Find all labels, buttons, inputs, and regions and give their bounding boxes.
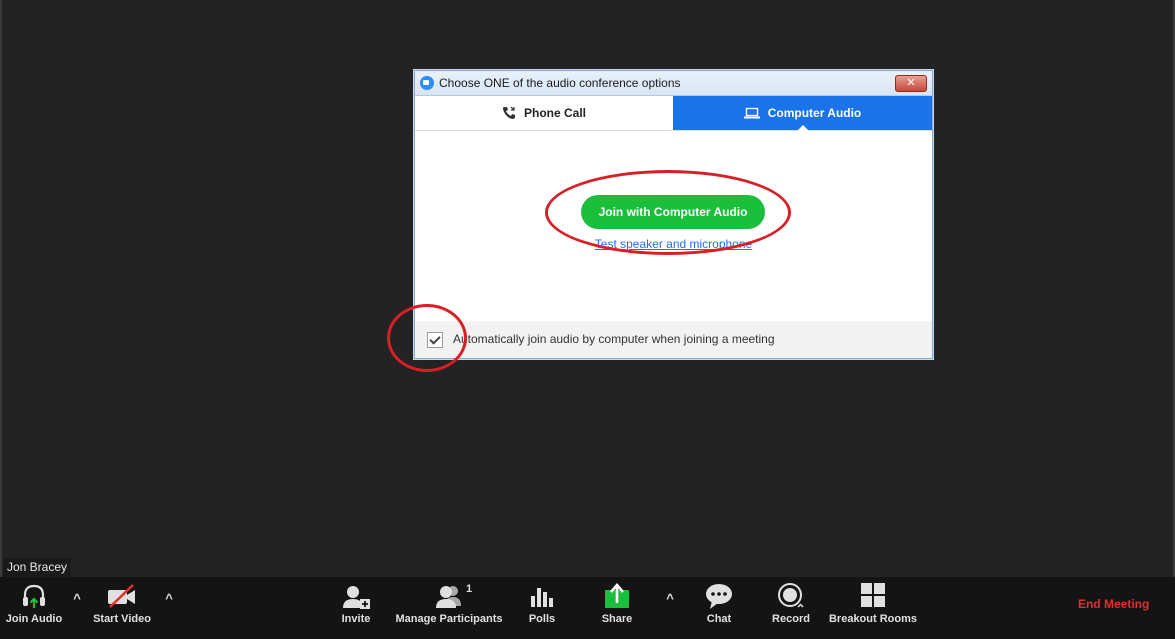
- record-button[interactable]: Record: [768, 577, 814, 639]
- chat-button[interactable]: Chat: [696, 577, 742, 639]
- manage-participants-button[interactable]: Manage Participants: [392, 577, 506, 639]
- start-video-label: Start Video: [93, 613, 151, 625]
- chat-label: Chat: [706, 613, 732, 625]
- polls-icon: [531, 588, 553, 607]
- manage-participants-label: Manage Participants: [395, 613, 503, 625]
- test-speaker-link[interactable]: Test speaker and microphone: [415, 237, 932, 251]
- participant-count-badge: 1: [466, 583, 473, 595]
- chat-bubble-icon: [706, 584, 732, 609]
- tab-computer-audio[interactable]: Computer Audio: [673, 96, 932, 131]
- participants-icon: [436, 586, 461, 608]
- share-button[interactable]: Share: [594, 577, 640, 639]
- participant-name-label: Jon Bracey: [3, 558, 72, 577]
- dialog-title: Choose ONE of the audio conference optio…: [439, 76, 681, 90]
- join-with-computer-audio-button[interactable]: Join with Computer Audio: [581, 195, 765, 229]
- tab-phone-call-label: Phone Call: [523, 106, 586, 120]
- audio-options-dialog: Choose ONE of the audio conference optio…: [414, 70, 933, 359]
- tab-phone-call[interactable]: Phone Call: [415, 96, 673, 130]
- auto-join-checkbox[interactable]: [427, 332, 443, 348]
- phone-icon: [502, 106, 515, 119]
- share-label: Share: [601, 613, 633, 625]
- polls-button[interactable]: Polls: [520, 577, 564, 639]
- audio-options-caret[interactable]: ^: [70, 591, 84, 606]
- audio-tabs: Phone Call Computer Audio: [415, 96, 932, 131]
- share-screen-icon: [605, 583, 629, 608]
- add-user-icon: [343, 586, 370, 609]
- video-off-icon: [108, 584, 135, 608]
- record-icon: [778, 583, 804, 608]
- video-options-caret[interactable]: ^: [162, 591, 176, 606]
- window-frame-left: [0, 0, 2, 639]
- join-audio-label: Join Audio: [5, 613, 63, 625]
- invite-label: Invite: [341, 613, 371, 625]
- zoom-logo-icon: [420, 76, 434, 90]
- headphones-icon: [23, 584, 45, 608]
- end-meeting-button[interactable]: End Meeting: [1078, 597, 1149, 611]
- dialog-close-button[interactable]: ✕: [895, 75, 927, 92]
- laptop-icon: [743, 107, 760, 119]
- breakout-rooms-label: Breakout Rooms: [828, 613, 918, 625]
- meeting-toolbar: Join Audio ^ Start Video ^ Invite Manage…: [0, 577, 1175, 639]
- invite-button[interactable]: Invite: [332, 577, 380, 639]
- tab-computer-audio-label: Computer Audio: [767, 106, 862, 120]
- dialog-footer: Automatically join audio by computer whe…: [415, 321, 932, 358]
- auto-join-label: Automatically join audio by computer whe…: [453, 332, 775, 346]
- polls-label: Polls: [528, 613, 556, 625]
- record-label: Record: [772, 613, 810, 625]
- dialog-titlebar: Choose ONE of the audio conference optio…: [415, 71, 932, 96]
- share-options-caret[interactable]: ^: [663, 591, 677, 606]
- breakout-rooms-button[interactable]: Breakout Rooms: [826, 577, 920, 639]
- join-audio-button[interactable]: Join Audio: [2, 577, 66, 639]
- breakout-rooms-icon: [861, 583, 885, 607]
- start-video-button[interactable]: Start Video: [88, 577, 156, 639]
